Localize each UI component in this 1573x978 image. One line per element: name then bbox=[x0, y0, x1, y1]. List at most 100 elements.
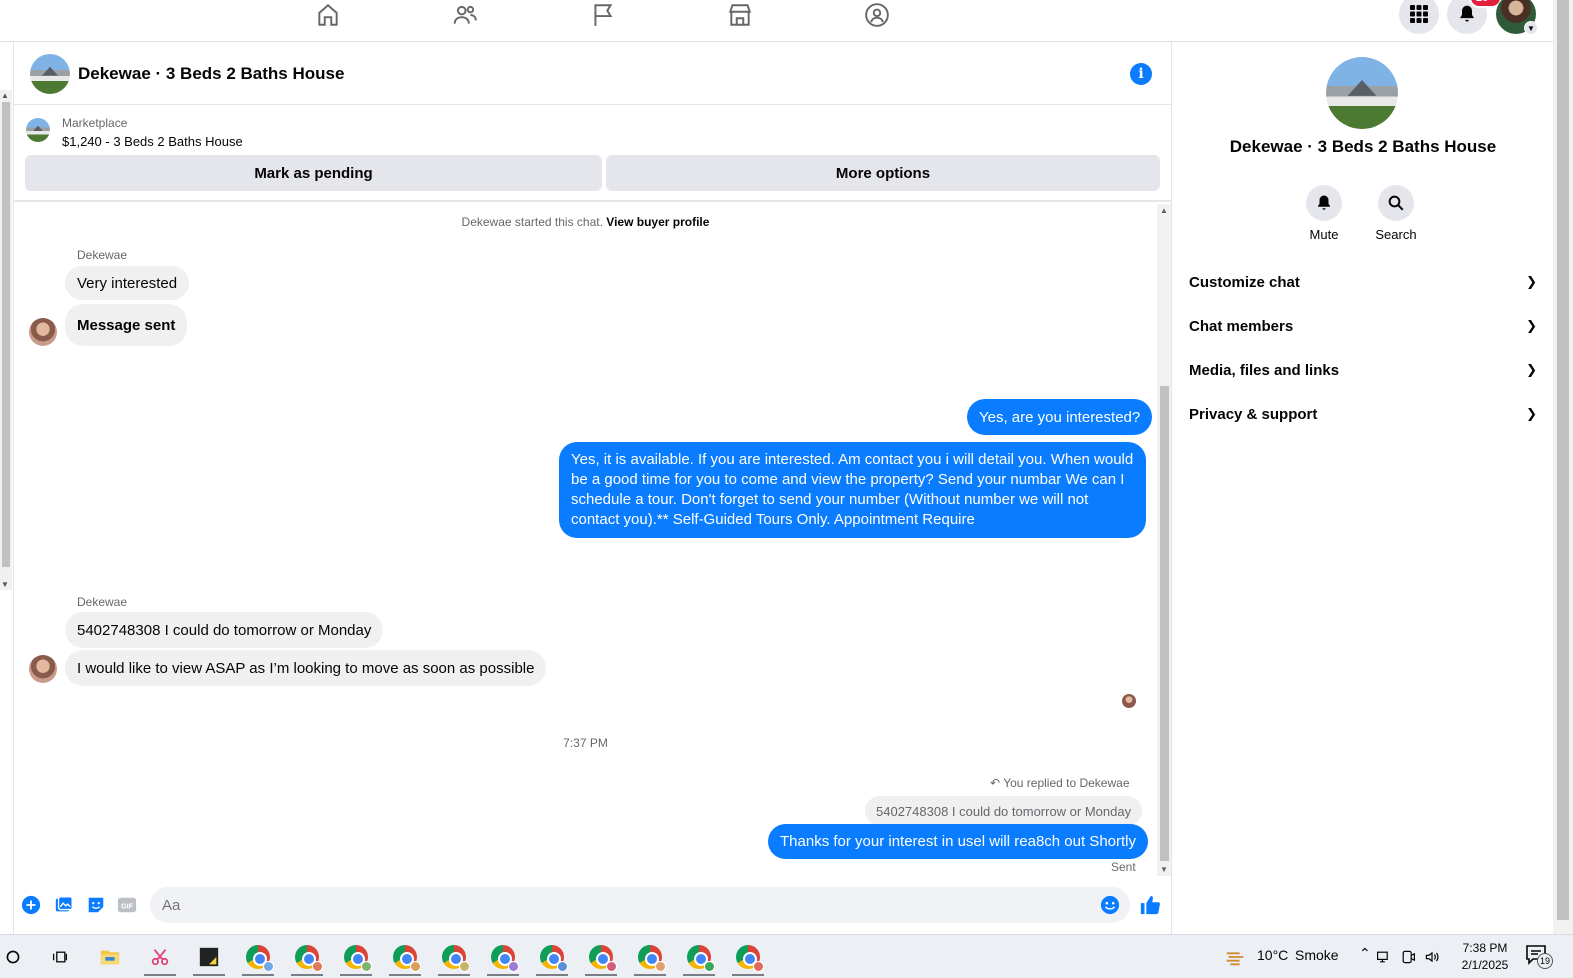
scroll-down-arrow-icon[interactable]: ▼ bbox=[1160, 865, 1168, 874]
home-icon[interactable] bbox=[308, 0, 348, 30]
incoming-message[interactable]: Very interested bbox=[65, 266, 190, 300]
sender-name: Dekewae bbox=[77, 248, 128, 262]
bell-icon bbox=[1306, 185, 1342, 221]
chat-header: Dekewae · 3 Beds 2 Baths House i bbox=[14, 42, 1171, 105]
page-scrollbar-thumb[interactable] bbox=[1557, 0, 1569, 920]
search-button[interactable]: Search bbox=[1366, 185, 1426, 242]
file-explorer-icon[interactable] bbox=[90, 941, 130, 973]
incoming-message[interactable]: 5402748308 I could do tomorrow or Monday bbox=[65, 612, 384, 648]
message-list: Dekewae started this chat. View buyer pr… bbox=[14, 204, 1157, 876]
meet-now-icon[interactable] bbox=[1396, 941, 1420, 973]
chrome-icon[interactable] bbox=[728, 941, 768, 976]
chrome-icon[interactable] bbox=[287, 941, 327, 976]
groups-icon[interactable] bbox=[857, 0, 897, 30]
incoming-message[interactable]: Message sent bbox=[65, 304, 188, 346]
friends-icon[interactable] bbox=[445, 0, 485, 30]
search-label: Search bbox=[1375, 227, 1417, 242]
mute-button[interactable]: Mute bbox=[1294, 185, 1354, 242]
chrome-icon[interactable] bbox=[532, 941, 572, 976]
search-circle-icon[interactable] bbox=[0, 941, 33, 973]
listing-summary[interactable]: $1,240 - 3 Beds 2 Baths House bbox=[62, 134, 243, 149]
left-scrollbar[interactable]: ▲ ▼ bbox=[0, 90, 12, 590]
svg-text:GIF: GIF bbox=[121, 902, 134, 911]
photo-icon[interactable] bbox=[53, 894, 75, 916]
chrome-icon[interactable] bbox=[434, 941, 474, 976]
weather-smoke-icon[interactable] bbox=[1215, 941, 1255, 973]
active-indicator bbox=[585, 974, 617, 976]
sticker-icon[interactable] bbox=[85, 894, 107, 916]
section-privacy-support[interactable]: Privacy & support ❯ bbox=[1189, 394, 1537, 434]
speaker-icon[interactable] bbox=[1420, 941, 1444, 973]
messages-scrollbar[interactable]: ▲ ▼ bbox=[1157, 204, 1171, 876]
chat-started-text: Dekewae started this chat. bbox=[461, 215, 603, 229]
chrome-icon[interactable] bbox=[483, 941, 523, 976]
message-composer: GIF bbox=[14, 882, 1171, 930]
section-chat-members[interactable]: Chat members ❯ bbox=[1189, 306, 1537, 346]
message-input[interactable] bbox=[150, 887, 1130, 923]
replied-to-text: You replied to Dekewae bbox=[1003, 776, 1130, 790]
scroll-up-arrow-icon[interactable]: ▲ bbox=[1, 91, 9, 100]
chat-details-avatar[interactable] bbox=[1326, 57, 1398, 129]
section-media-files-links[interactable]: Media, files and links ❯ bbox=[1189, 350, 1537, 390]
chevron-down-icon: ❯ bbox=[1526, 274, 1537, 289]
section-label: Chat members bbox=[1189, 317, 1294, 335]
active-indicator bbox=[193, 974, 225, 976]
system-clock[interactable]: 7:38 PM 2/1/2025 bbox=[1450, 940, 1520, 974]
sticky-notes-icon[interactable] bbox=[189, 941, 229, 976]
chat-avatar[interactable] bbox=[30, 54, 70, 94]
reply-quote[interactable]: 5402748308 I could do tomorrow or Monday bbox=[865, 796, 1143, 826]
active-indicator bbox=[487, 974, 519, 976]
thumbs-up-icon[interactable] bbox=[1139, 894, 1161, 916]
pages-flag-icon[interactable] bbox=[583, 0, 623, 30]
weather-temperature[interactable]: 10°C bbox=[1257, 947, 1288, 963]
search-icon bbox=[1378, 185, 1414, 221]
view-buyer-profile-link[interactable]: View buyer profile bbox=[606, 215, 709, 229]
message-timestamp: 7:37 PM bbox=[563, 736, 608, 750]
scroll-down-arrow-icon[interactable]: ▼ bbox=[1, 580, 9, 589]
messages-scrollbar-thumb[interactable] bbox=[1160, 386, 1169, 861]
marketplace-icon[interactable] bbox=[720, 0, 760, 30]
chrome-icon[interactable] bbox=[679, 941, 719, 976]
add-plus-icon[interactable] bbox=[20, 894, 42, 916]
task-view-icon[interactable] bbox=[40, 941, 80, 973]
active-indicator bbox=[144, 974, 176, 976]
active-indicator bbox=[389, 974, 421, 976]
menu-grid-icon[interactable] bbox=[1399, 0, 1439, 34]
top-navigation-bar: 20+ ▼ bbox=[0, 0, 1553, 42]
section-customize-chat[interactable]: Customize chat ❯ bbox=[1189, 262, 1537, 302]
weather-condition[interactable]: Smoke bbox=[1295, 947, 1339, 963]
outgoing-message[interactable]: Yes, it is available. If you are interes… bbox=[559, 442, 1146, 538]
account-avatar[interactable]: ▼ bbox=[1496, 0, 1538, 35]
emoji-icon[interactable] bbox=[1099, 894, 1121, 916]
snipping-tool-icon[interactable] bbox=[140, 941, 180, 976]
gif-icon[interactable]: GIF bbox=[116, 894, 138, 916]
chrome-icon[interactable] bbox=[581, 941, 621, 976]
chat-title[interactable]: Dekewae · 3 Beds 2 Baths House bbox=[78, 64, 344, 84]
info-icon[interactable]: i bbox=[1130, 63, 1152, 85]
active-indicator bbox=[683, 974, 715, 976]
network-icon[interactable] bbox=[1372, 941, 1396, 973]
sender-avatar[interactable] bbox=[29, 318, 57, 346]
chat-started-notice: Dekewae started this chat. View buyer pr… bbox=[14, 215, 1157, 229]
chrome-icon[interactable] bbox=[238, 941, 278, 976]
scroll-up-arrow-icon[interactable]: ▲ bbox=[1160, 206, 1168, 215]
chevron-down-icon: ▼ bbox=[1524, 21, 1538, 35]
listing-thumbnail[interactable] bbox=[26, 118, 50, 142]
page-scrollbar[interactable] bbox=[1553, 0, 1573, 934]
incoming-message[interactable]: I would like to view ASAP as I’m looking… bbox=[65, 650, 547, 686]
sender-avatar[interactable] bbox=[29, 655, 57, 683]
chevron-up-icon[interactable]: ⌃ bbox=[1359, 945, 1371, 962]
chevron-down-icon: ❯ bbox=[1526, 406, 1537, 421]
mark-as-pending-button[interactable]: Mark as pending bbox=[25, 155, 602, 191]
active-indicator bbox=[340, 974, 372, 976]
more-options-button[interactable]: More options bbox=[606, 155, 1160, 191]
chrome-icon[interactable] bbox=[336, 941, 376, 976]
notifications-button[interactable]: 20+ bbox=[1447, 0, 1502, 34]
chrome-icon[interactable] bbox=[385, 941, 425, 976]
notification-center-icon[interactable]: 19 bbox=[1525, 943, 1553, 969]
outgoing-message[interactable]: Yes, are you interested? bbox=[967, 399, 1153, 435]
chat-details-panel: Dekewae · 3 Beds 2 Baths House Mute Sear… bbox=[1173, 42, 1553, 934]
outgoing-message[interactable]: Thanks for your interest in usel will re… bbox=[768, 824, 1148, 859]
left-scrollbar-thumb[interactable] bbox=[2, 102, 10, 567]
chrome-icon[interactable] bbox=[630, 941, 670, 976]
